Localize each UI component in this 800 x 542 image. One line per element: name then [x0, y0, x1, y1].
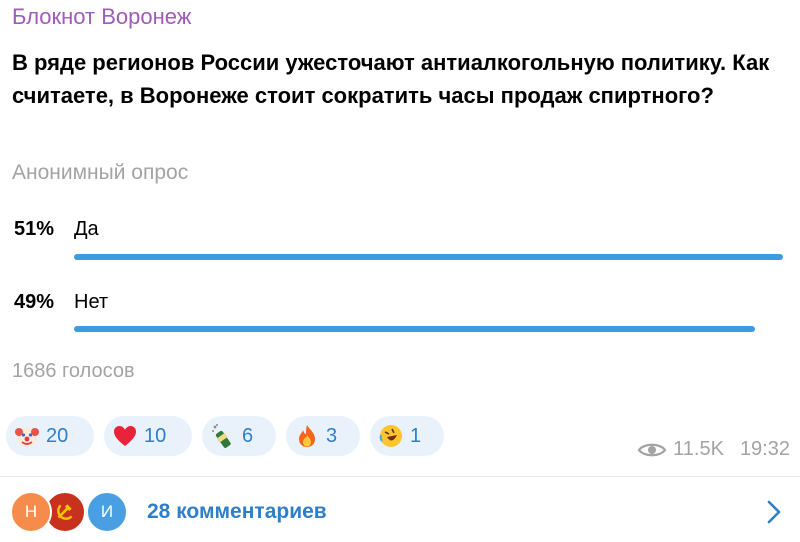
poll-option-yes[interactable]: 51% Да	[0, 218, 800, 278]
comments-divider	[0, 476, 800, 477]
comments-link[interactable]: 28 комментариев	[147, 500, 327, 524]
view-count: 11.5K	[673, 438, 724, 460]
reaction-rofl[interactable]: 1	[370, 416, 444, 456]
eye-icon	[637, 443, 667, 456]
red-heart-icon	[114, 426, 136, 446]
poll-option-no[interactable]: 49% Нет	[0, 291, 800, 351]
avatar: И	[86, 491, 128, 533]
vote-count: 1686 голосов	[12, 360, 135, 382]
reaction-fire[interactable]: 3	[286, 416, 360, 456]
reaction-count: 3	[326, 424, 338, 447]
reaction-count: 6	[242, 424, 254, 447]
hammer-sickle-icon	[57, 504, 73, 520]
poll-type-label: Анонимный опрос	[12, 161, 189, 184]
message-meta: 11.5K 19:32	[637, 438, 790, 461]
reaction-champagne[interactable]: 6	[202, 416, 276, 456]
poll-option-label: Да	[74, 218, 99, 240]
poll-question: В ряде регионов России ужесточают антиал…	[12, 50, 770, 108]
poll-option-percent: 49%	[14, 291, 55, 313]
commenter-avatars[interactable]: Н И	[10, 491, 140, 533]
timestamp: 19:32	[739, 438, 790, 460]
rofl-face-icon	[379, 425, 402, 447]
avatar: Н	[10, 491, 52, 533]
channel-name[interactable]: Блокнот Воронеж	[12, 4, 191, 30]
chevron-right-icon[interactable]	[766, 498, 782, 526]
clown-face-icon	[15, 427, 39, 447]
poll-option-label: Нет	[74, 291, 109, 313]
reaction-clown[interactable]: 20	[6, 416, 94, 456]
reaction-count: 20	[46, 424, 69, 447]
reaction-heart[interactable]: 10	[104, 416, 192, 456]
poll-option-bar	[74, 254, 783, 260]
reaction-count: 10	[144, 424, 167, 447]
poll-option-percent: 51%	[14, 218, 55, 240]
champagne-bottle-icon	[212, 424, 231, 448]
reaction-count: 1	[410, 424, 422, 447]
fire-icon	[299, 425, 315, 447]
poll-option-bar	[74, 326, 755, 332]
